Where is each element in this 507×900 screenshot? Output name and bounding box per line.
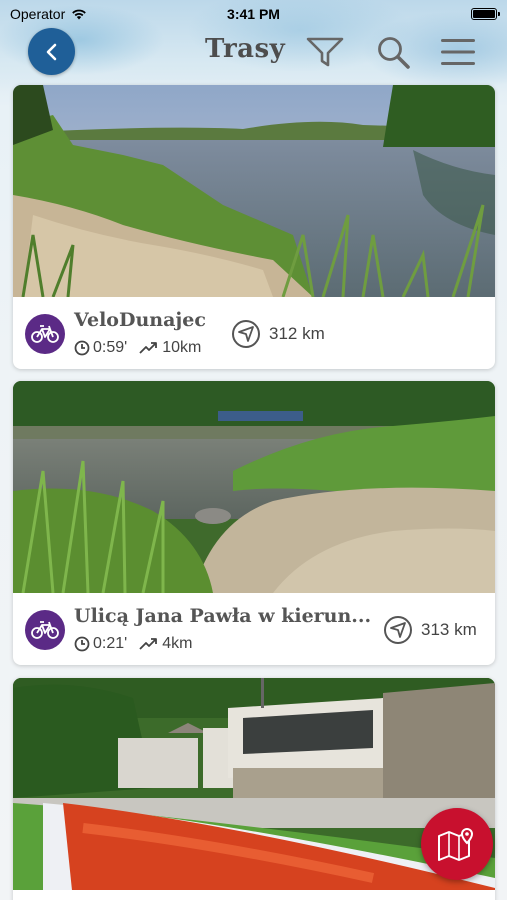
nav-bar: Trasy [0,28,507,78]
filter-icon [306,37,344,67]
length-value: 10km [162,339,202,356]
route-name: VeloDunajec [74,309,206,331]
route-info: Ulicą Jana Pawła w kierun... 0:21' 4km 3… [13,593,495,665]
search-icon [378,37,410,69]
duration: 0:21' [74,635,127,653]
route-meta: 0:59' 10km [74,339,201,357]
distance: 312 km [231,319,325,349]
route-photo [13,381,495,593]
river-landscape-image [13,85,495,297]
length-value: 4km [162,635,193,652]
route-name: Ulicą Jana Pawła w kierun... [74,605,372,627]
length: 10km [139,339,201,357]
search-button[interactable] [372,32,414,72]
clock-icon [74,340,90,356]
map-view-button[interactable] [421,808,493,880]
riverbank-image [13,381,495,593]
distance: 313 km [383,615,477,645]
route-card[interactable]: Ulicą Jana Pawła w kierun... 0:21' 4km 3… [13,381,495,665]
bicycle-icon [31,325,59,343]
route-type-badge [25,610,65,650]
length: 4km [139,635,192,653]
route-info: VeloDunajec 0:59' 10km 312 km [13,297,495,369]
navigation-icon [232,320,260,348]
back-button[interactable] [28,28,75,75]
battery-level [473,10,495,18]
page-title: Trasy [205,34,286,64]
wifi-icon [72,9,87,20]
distance-value: 313 km [421,620,477,639]
duration: 0:59' [74,339,127,357]
route-photo [13,85,495,297]
trend-arrow-icon [139,342,158,354]
street-flowerbed-image [13,678,495,890]
route-card[interactable] [13,678,495,900]
navigation-icon [384,616,412,644]
battery-icon [471,8,500,20]
status-bar: Operator 3:41 PM [0,0,507,28]
map-pin-icon [438,827,474,861]
clock-icon [74,636,90,652]
menu-button[interactable] [437,32,479,72]
route-photo [13,678,495,890]
duration-value: 0:21' [93,635,128,652]
bicycle-icon [31,621,59,639]
chevron-left-icon [46,43,56,60]
filter-button[interactable] [304,32,346,72]
route-card[interactable]: VeloDunajec 0:59' 10km 312 km [13,85,495,369]
menu-icon [441,39,475,65]
duration-value: 0:59' [93,339,128,356]
route-type-badge [25,314,65,354]
trend-arrow-icon [139,638,158,650]
route-meta: 0:21' 4km [74,635,192,653]
distance-value: 312 km [269,324,325,343]
status-left: Operator [10,6,87,22]
carrier-label: Operator [10,6,66,22]
